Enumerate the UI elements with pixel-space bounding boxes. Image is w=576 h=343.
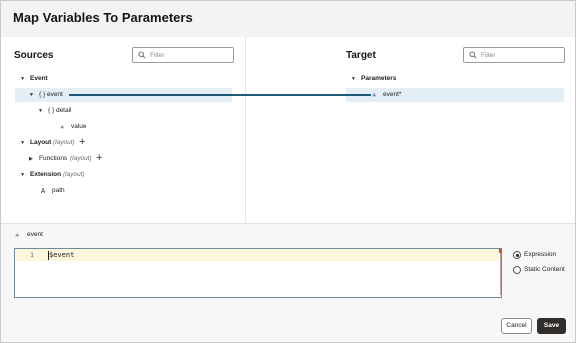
tree-label: value	[71, 123, 87, 130]
save-button[interactable]: Save	[537, 318, 566, 334]
tree-item-event-group[interactable]: ▼ Event	[15, 72, 231, 86]
tree-label: Layout	[30, 139, 52, 146]
dialog-title: Map Variables To Parameters	[13, 10, 193, 25]
tree-type-tag: (layout)	[53, 139, 75, 146]
mapping-area	[245, 37, 335, 223]
tree-label: Functions	[39, 155, 68, 162]
caret-down-icon[interactable]: ▼	[20, 136, 25, 150]
asterisk-icon: ✳	[15, 231, 20, 239]
tree-label: event*	[383, 91, 402, 98]
caret-down-icon[interactable]: ▼	[29, 88, 34, 102]
tree-item-functions[interactable]: ▶ Functions (layout) +	[15, 152, 231, 166]
map-variables-dialog: Map Variables To Parameters Sources ▼ Ev…	[0, 0, 576, 343]
dialog-footer: Cancel Save	[1, 307, 575, 342]
radio-button[interactable]	[513, 266, 521, 274]
caret-right-icon[interactable]: ▶	[29, 152, 33, 166]
plus-icon[interactable]: +	[96, 152, 102, 165]
target-filter-input[interactable]	[481, 48, 559, 62]
caret-down-icon[interactable]: ▼	[351, 72, 356, 86]
sources-title: Sources	[14, 50, 54, 61]
caret-down-icon[interactable]: ▼	[38, 104, 43, 118]
sources-panel: Sources ▼ Event ▼ { } event ▼ { } detail…	[1, 37, 245, 223]
tree-type-tag: (layout)	[70, 155, 92, 162]
target-filter[interactable]	[463, 47, 565, 63]
radio-button-selected[interactable]	[513, 251, 521, 259]
dialog-header: Map Variables To Parameters	[1, 1, 575, 38]
tree-label: Event	[30, 75, 48, 82]
tree-item-value[interactable]: ✳ value	[15, 120, 231, 134]
target-panel: Target ▼ Parameters ✳ event*	[334, 37, 575, 223]
tree-label: path	[52, 187, 65, 194]
tree-type-tag: (layout)	[63, 171, 85, 178]
radio-label: Expression	[524, 251, 557, 258]
tree-label: Extension	[30, 171, 62, 178]
tree-label: { } detail	[48, 107, 72, 114]
caret-down-icon[interactable]: ▼	[20, 72, 25, 86]
tree-item-target-event[interactable]: ✳ event*	[346, 88, 564, 102]
tree-item-extension[interactable]: ▼ Extension (layout)	[15, 168, 231, 182]
tree-item-detail[interactable]: ▼ { } detail	[15, 104, 231, 118]
letter-a-icon: A	[41, 187, 46, 195]
tree-item-parameters[interactable]: ▼ Parameters	[346, 72, 564, 86]
expression-editor[interactable]: 1 $event	[14, 248, 502, 298]
editor-scrollbar[interactable]	[500, 249, 501, 295]
mapping-connector-line[interactable]	[69, 94, 371, 96]
active-line-highlight	[15, 249, 499, 261]
plus-icon[interactable]: +	[79, 136, 85, 149]
asterisk-icon: ✳	[372, 91, 377, 99]
search-icon	[138, 51, 146, 59]
expression-section: ✳ event 1 $event Expression Static Conte…	[1, 223, 575, 308]
tree-item-path[interactable]: A path	[15, 184, 231, 198]
sources-filter-input[interactable]	[150, 48, 228, 62]
radio-label: Static Content	[524, 266, 565, 273]
target-title: Target	[346, 50, 376, 61]
line-number: 1	[30, 251, 34, 259]
caret-down-icon[interactable]: ▼	[20, 168, 25, 182]
expression-code[interactable]: $event	[49, 251, 74, 259]
search-icon	[469, 51, 477, 59]
cancel-button[interactable]: Cancel	[501, 318, 532, 334]
tree-label: { } event	[39, 91, 63, 98]
selected-variable-label: event	[27, 231, 43, 238]
error-marker	[499, 249, 501, 253]
tree-label: Parameters	[361, 75, 397, 82]
sources-filter[interactable]	[132, 47, 234, 63]
tree-item-layout[interactable]: ▼ Layout (layout) +	[15, 136, 231, 150]
asterisk-icon: ✳	[60, 123, 65, 131]
